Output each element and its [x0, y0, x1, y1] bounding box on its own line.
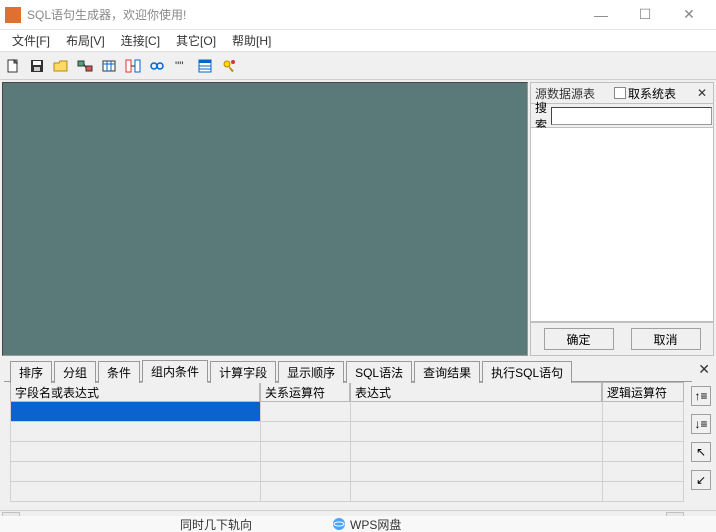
menu-help[interactable]: 帮助[H]	[224, 30, 279, 51]
taskbar-item-wps[interactable]: WPS网盘	[332, 516, 401, 532]
col-expr[interactable]: 表达式	[350, 382, 602, 402]
run-icon[interactable]	[220, 57, 238, 75]
move-up-button[interactable]: ↑≡	[691, 386, 711, 406]
tab-exec-sql[interactable]: 执行SQL语句	[482, 361, 572, 383]
form-icon[interactable]	[196, 57, 214, 75]
grid-row[interactable]	[10, 442, 684, 462]
system-table-label: 取系统表	[628, 85, 676, 102]
window-title: SQL语句生成器，欢迎你使用!	[27, 6, 579, 23]
minimize-button[interactable]: —	[579, 0, 623, 30]
taskbar-item[interactable]: 同时几下轨向	[180, 516, 252, 532]
col-field[interactable]: 字段名或表达式	[10, 382, 260, 402]
connect-icon[interactable]	[76, 57, 94, 75]
grid-row[interactable]	[10, 462, 684, 482]
tab-calc-field[interactable]: 计算字段	[210, 361, 276, 383]
table-icon[interactable]	[100, 57, 118, 75]
grid-tools: ↑≡ ↓≡ ↖ ↙	[686, 382, 716, 510]
svg-text:"": ""	[175, 59, 184, 73]
panel-close-icon[interactable]: ✕	[695, 86, 709, 100]
tab-group[interactable]: 分组	[54, 361, 96, 383]
menu-connect[interactable]: 连接[C]	[113, 30, 168, 51]
tab-sql-syntax[interactable]: SQL语法	[346, 361, 412, 383]
clear-button[interactable]: ↙	[691, 470, 711, 490]
quote-icon[interactable]: ""	[172, 57, 190, 75]
col-logicop[interactable]: 逻辑运算符	[602, 382, 684, 402]
wps-icon	[332, 517, 346, 531]
search-input[interactable]	[551, 107, 712, 125]
tab-display-order[interactable]: 显示顺序	[278, 361, 344, 383]
grid-row[interactable]	[10, 402, 684, 422]
menu-other[interactable]: 其它[O]	[168, 30, 224, 51]
relation-icon[interactable]	[124, 57, 142, 75]
app-icon	[5, 7, 21, 23]
menu-file[interactable]: 文件[F]	[4, 30, 58, 51]
save-icon[interactable]	[28, 57, 46, 75]
taskbar-fragment: 同时几下轨向 WPS网盘	[0, 516, 716, 532]
toolbar: ""	[0, 52, 716, 80]
tab-condition[interactable]: 条件	[98, 361, 140, 383]
source-table-panel: 源数据源表 取系统表 ✕ 搜索 确定 取消	[530, 82, 714, 356]
tab-group-condition[interactable]: 组内条件	[142, 360, 208, 383]
delete-row-button[interactable]: ↖	[691, 442, 711, 462]
cancel-button[interactable]: 取消	[631, 328, 701, 350]
menu-bar: 文件[F] 布局[V] 连接[C] 其它[O] 帮助[H]	[0, 30, 716, 52]
tabs-close-icon[interactable]: ✕	[698, 361, 710, 378]
grid-row[interactable]	[10, 422, 684, 442]
open-icon[interactable]	[52, 57, 70, 75]
condition-grid[interactable]: 字段名或表达式 关系运算符 表达式 逻辑运算符	[10, 382, 684, 508]
grid-row[interactable]	[10, 482, 684, 502]
tab-sort[interactable]: 排序	[10, 361, 52, 383]
system-table-checkbox[interactable]	[614, 87, 626, 99]
close-button[interactable]: ✕	[667, 0, 711, 30]
tab-query-result[interactable]: 查询结果	[414, 361, 480, 383]
new-icon[interactable]	[4, 57, 22, 75]
table-list[interactable]	[530, 128, 714, 322]
menu-layout[interactable]: 布局[V]	[58, 30, 113, 51]
tabs-bar: 排序 分组 条件 组内条件 计算字段 显示顺序 SQL语法 查询结果 执行SQL…	[0, 358, 716, 382]
ok-button[interactable]: 确定	[544, 328, 614, 350]
move-down-button[interactable]: ↓≡	[691, 414, 711, 434]
title-bar: SQL语句生成器，欢迎你使用! — ☐ ✕	[0, 0, 716, 30]
glasses-icon[interactable]	[148, 57, 166, 75]
col-relop[interactable]: 关系运算符	[260, 382, 350, 402]
maximize-button[interactable]: ☐	[623, 0, 667, 30]
design-canvas[interactable]	[2, 82, 528, 356]
